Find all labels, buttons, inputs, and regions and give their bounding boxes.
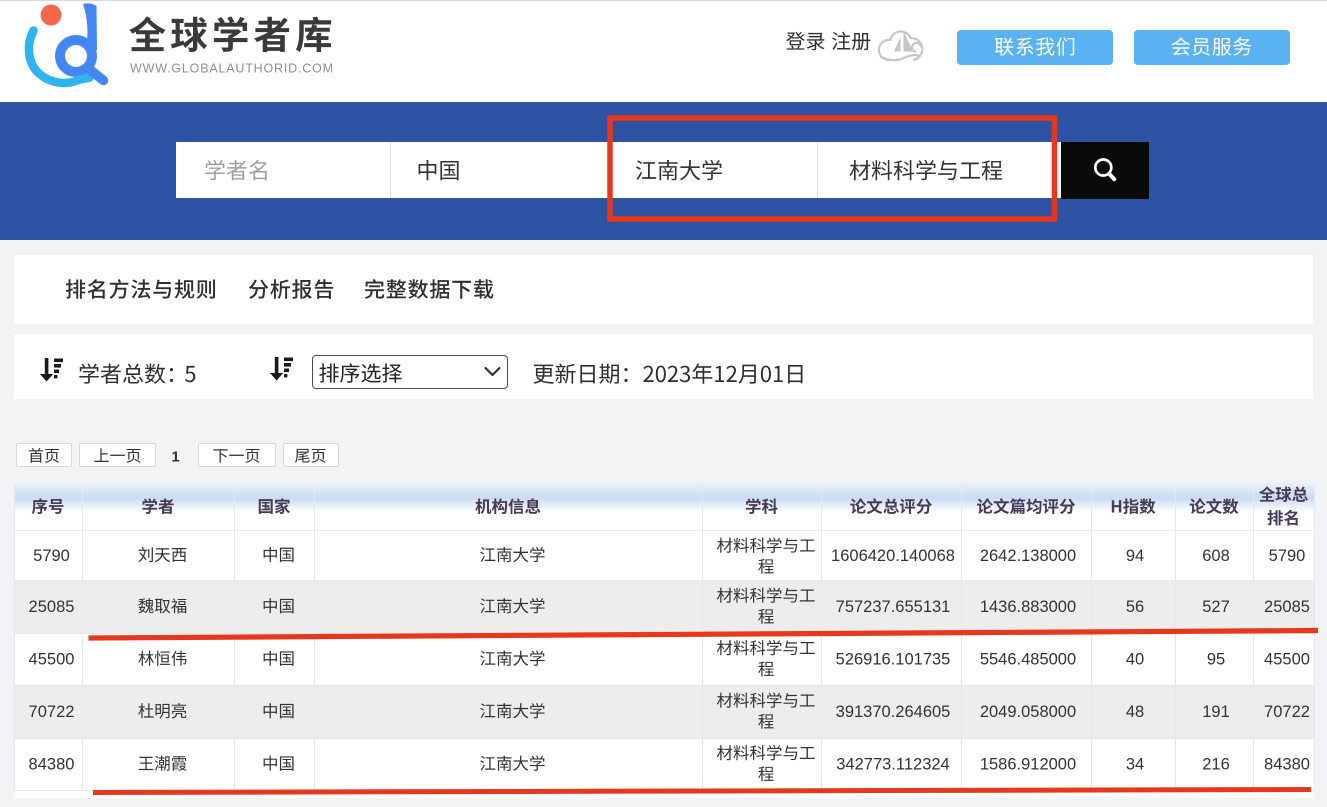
svg-text:526916.101735: 526916.101735 — [836, 651, 951, 669]
svg-text:527: 527 — [1202, 598, 1230, 616]
svg-text:391370.264605: 391370.264605 — [836, 703, 951, 721]
svg-text:608: 608 — [1202, 547, 1230, 565]
svg-text:5546.485000: 5546.485000 — [980, 651, 1076, 669]
svg-text:34: 34 — [1126, 756, 1144, 774]
svg-text:5790: 5790 — [1269, 547, 1306, 565]
svg-text:191: 191 — [1202, 703, 1230, 721]
svg-text:56: 56 — [1126, 598, 1144, 616]
svg-text:342773.112324: 342773.112324 — [836, 756, 949, 774]
svg-text:94: 94 — [1126, 547, 1144, 565]
svg-text:757237.655131: 757237.655131 — [836, 598, 951, 616]
svg-text:70722: 70722 — [1264, 703, 1310, 721]
svg-text:95: 95 — [1207, 651, 1225, 669]
svg-text:1: 1 — [171, 449, 179, 466]
svg-text:WWW.GLOBALAUTHORID.COM: WWW.GLOBALAUTHORID.COM — [130, 62, 333, 76]
svg-text:70722: 70722 — [29, 703, 75, 721]
svg-text:1436.883000: 1436.883000 — [980, 598, 1076, 616]
svg-text:45500: 45500 — [1264, 651, 1310, 669]
svg-text:84380: 84380 — [29, 756, 75, 774]
svg-text:1606420.140068: 1606420.140068 — [831, 547, 955, 565]
svg-text:45500: 45500 — [29, 651, 75, 669]
svg-text:25085: 25085 — [1264, 598, 1310, 616]
svg-text:25085: 25085 — [29, 598, 75, 616]
svg-text:5790: 5790 — [33, 547, 70, 565]
svg-text:1586.912000: 1586.912000 — [980, 756, 1076, 774]
svg-text:84380: 84380 — [1264, 756, 1310, 774]
svg-text:2049.058000: 2049.058000 — [980, 703, 1076, 721]
svg-text:48: 48 — [1126, 703, 1144, 721]
svg-text:216: 216 — [1202, 756, 1230, 774]
svg-text:40: 40 — [1126, 651, 1144, 669]
svg-text:2642.138000: 2642.138000 — [980, 547, 1076, 565]
